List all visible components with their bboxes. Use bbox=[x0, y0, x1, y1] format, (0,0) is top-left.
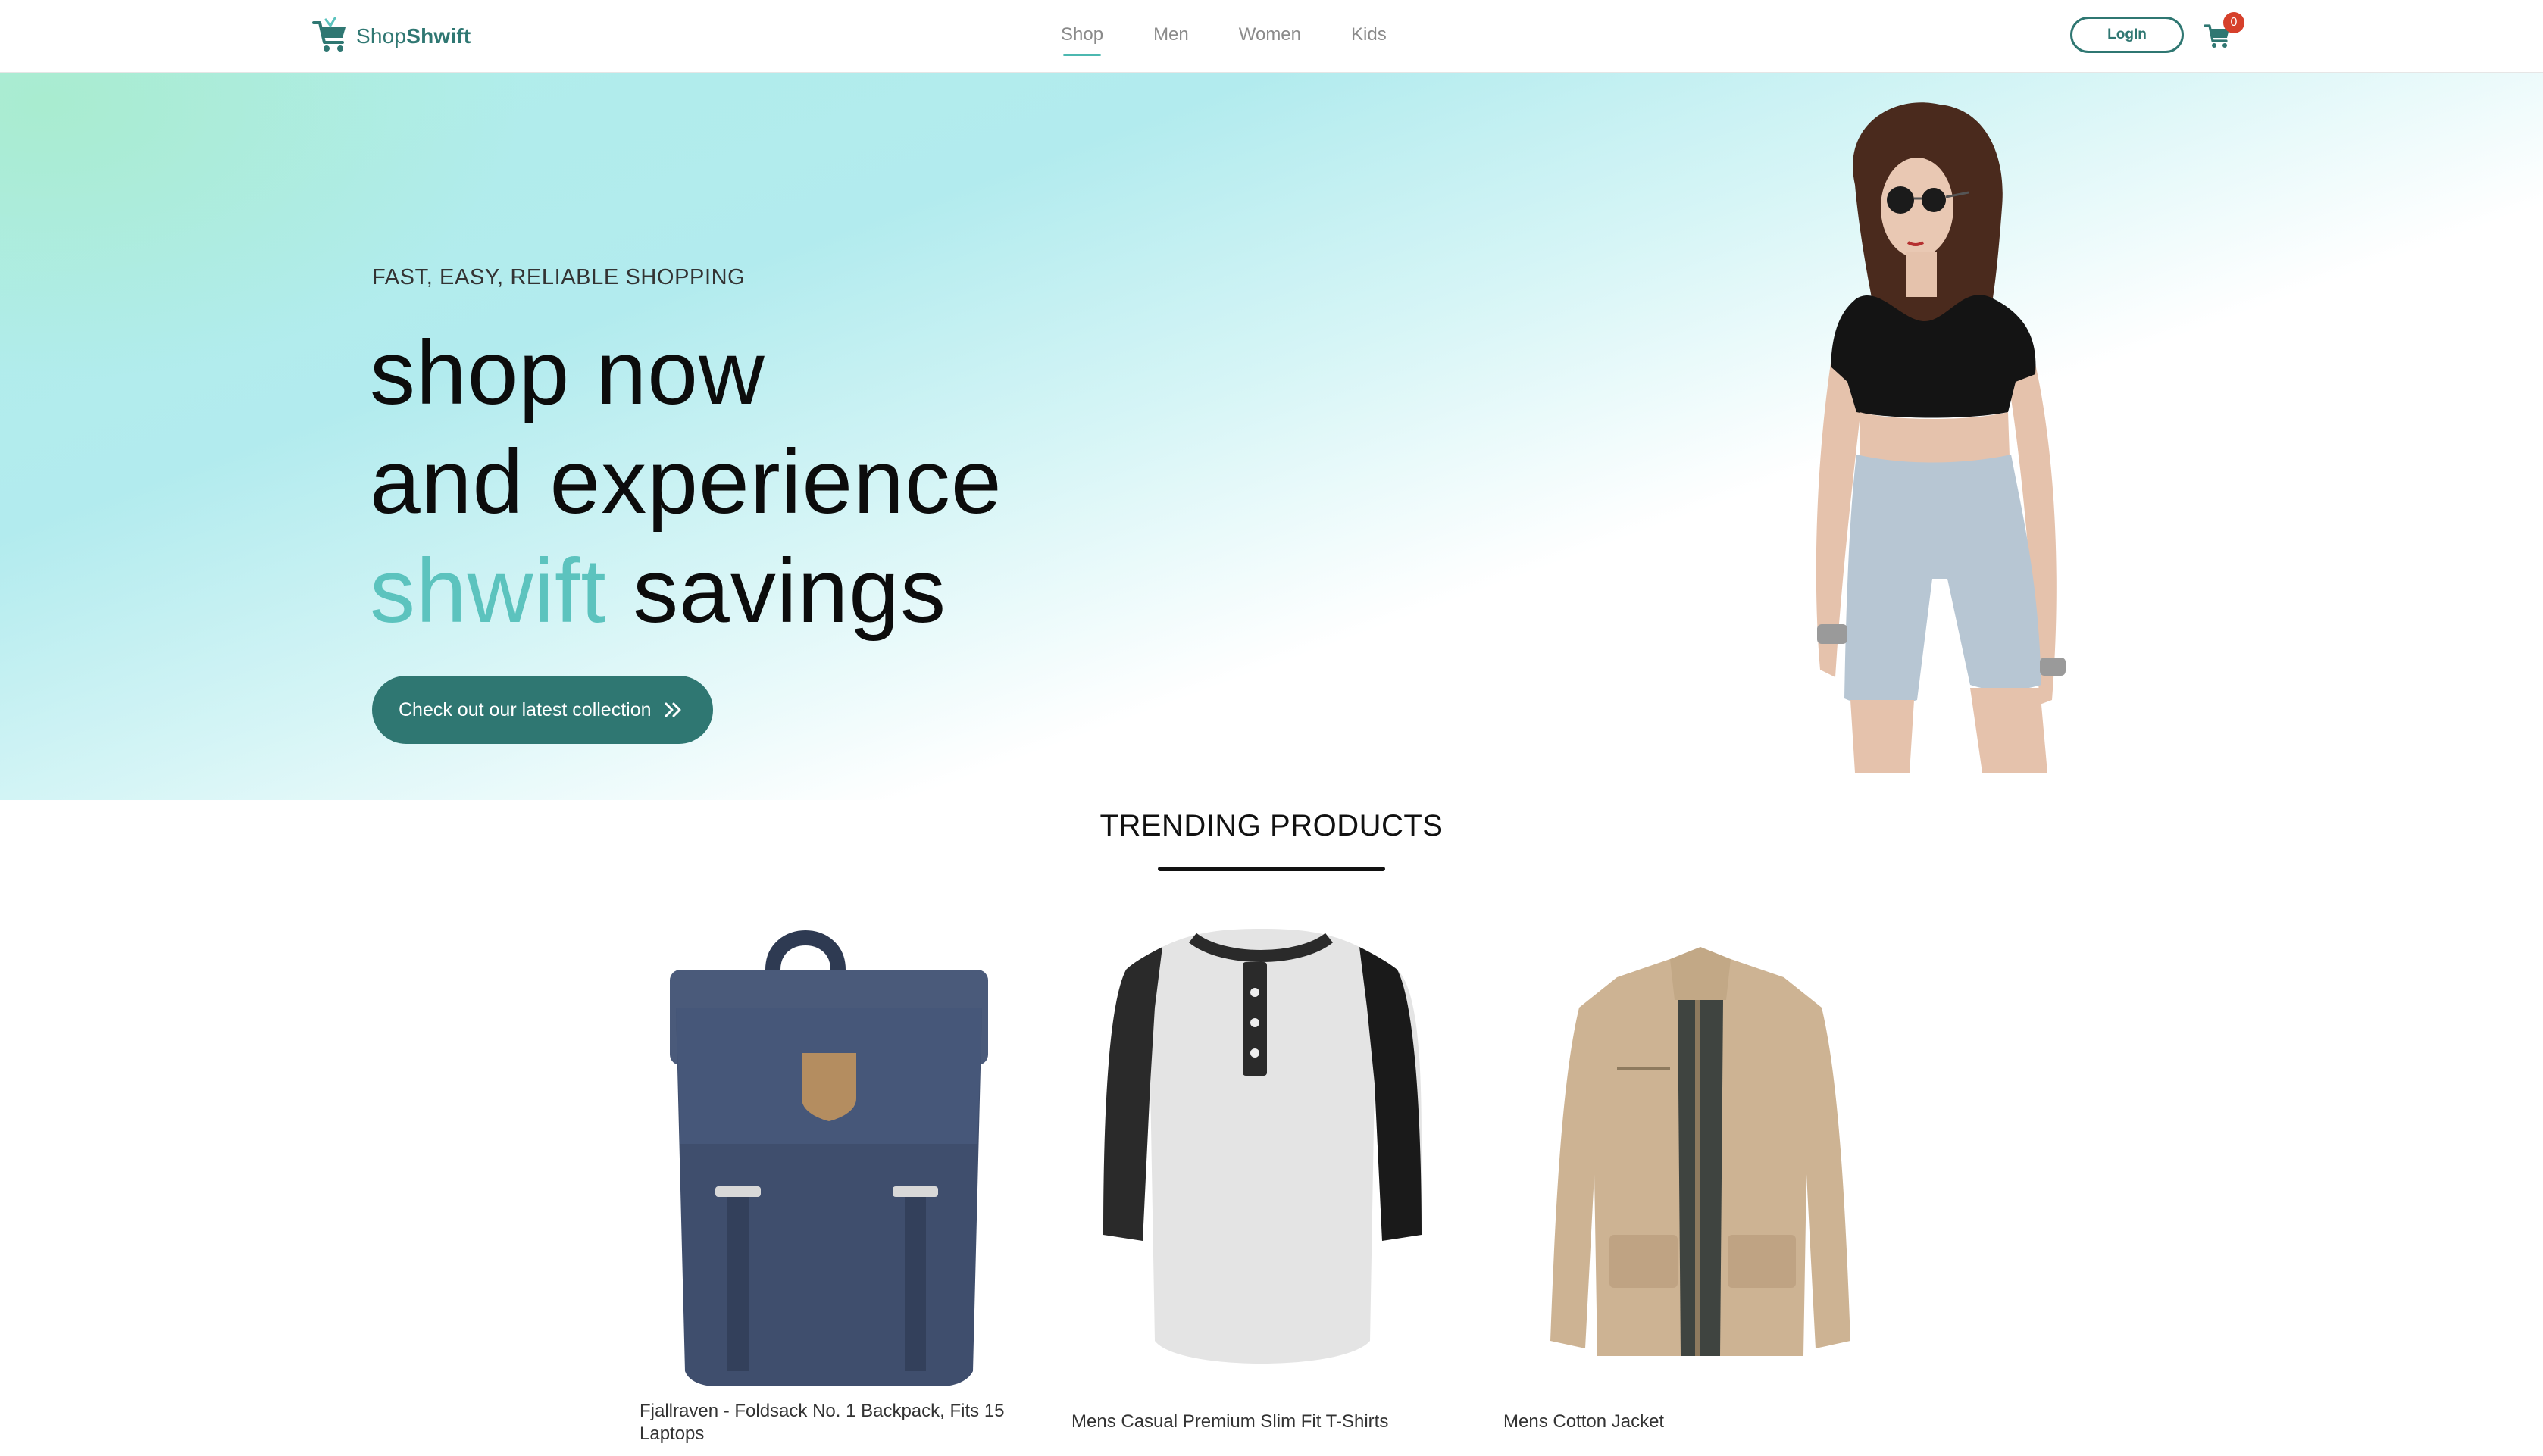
latest-collection-label: Check out our latest collection bbox=[399, 698, 652, 720]
main-nav: Shop Men Women Kids bbox=[1061, 0, 1387, 73]
nav-link-kids[interactable]: Kids bbox=[1351, 0, 1387, 73]
cart-button[interactable]: 0 bbox=[2204, 12, 2244, 50]
hero-headline-line-3: shwift savings bbox=[370, 538, 946, 644]
latest-collection-button[interactable]: Check out our latest collection bbox=[372, 676, 713, 744]
product-card[interactable]: Fjallraven - Foldsack No. 1 Backpack, Fi… bbox=[640, 917, 1034, 1456]
product-name: Fjallraven - Foldsack No. 1 Backpack, Fi… bbox=[640, 1401, 1005, 1444]
product-image-backpack bbox=[670, 930, 988, 1386]
hero-headline-line-1: shop now bbox=[370, 322, 765, 423]
heading-underline bbox=[1158, 867, 1385, 871]
hero-banner: FAST, EASY, RELIABLE SHOPPING shop now a… bbox=[0, 73, 2543, 800]
hero-headline-line-2: and experience bbox=[370, 431, 1002, 533]
double-chevron-right-icon bbox=[665, 702, 681, 717]
hero-model-image bbox=[1816, 102, 2066, 773]
brand-logo[interactable]: ShopShwift bbox=[309, 15, 471, 58]
product-card[interactable]: Mens Cotton Jacket bbox=[1503, 917, 1897, 1456]
product-image-jacket bbox=[1550, 947, 1850, 1356]
product-name: Mens Cotton Jacket bbox=[1503, 1411, 1665, 1432]
top-navbar: ShopShwift Shop Men Women Kids LogIn 0 bbox=[0, 0, 2543, 73]
product-card[interactable]: Mens Casual Premium Slim Fit T-Shirts bbox=[1071, 917, 1465, 1456]
cart-count-badge: 0 bbox=[2223, 12, 2244, 33]
nav-link-shop[interactable]: Shop bbox=[1061, 0, 1103, 73]
brand-name-bold: Shwift bbox=[406, 24, 471, 48]
nav-link-men[interactable]: Men bbox=[1153, 0, 1189, 73]
trending-products-heading: TRENDING PRODUCTS bbox=[1099, 809, 1444, 842]
brand-name-prefix: Shop bbox=[356, 24, 407, 48]
hero-tagline: FAST, EASY, RELIABLE SHOPPING bbox=[372, 265, 746, 289]
nav-link-women[interactable]: Women bbox=[1239, 0, 1301, 73]
shopping-cart-logo-icon bbox=[312, 17, 346, 52]
brand-name: ShopShwift bbox=[356, 24, 471, 48]
product-image-tshirt bbox=[1103, 929, 1422, 1364]
login-button[interactable]: LogIn bbox=[2070, 17, 2184, 53]
hero-headline-word: savings bbox=[633, 540, 946, 642]
hero-accent-word: shwift bbox=[370, 540, 607, 642]
product-name: Mens Casual Premium Slim Fit T-Shirts bbox=[1071, 1411, 1389, 1432]
